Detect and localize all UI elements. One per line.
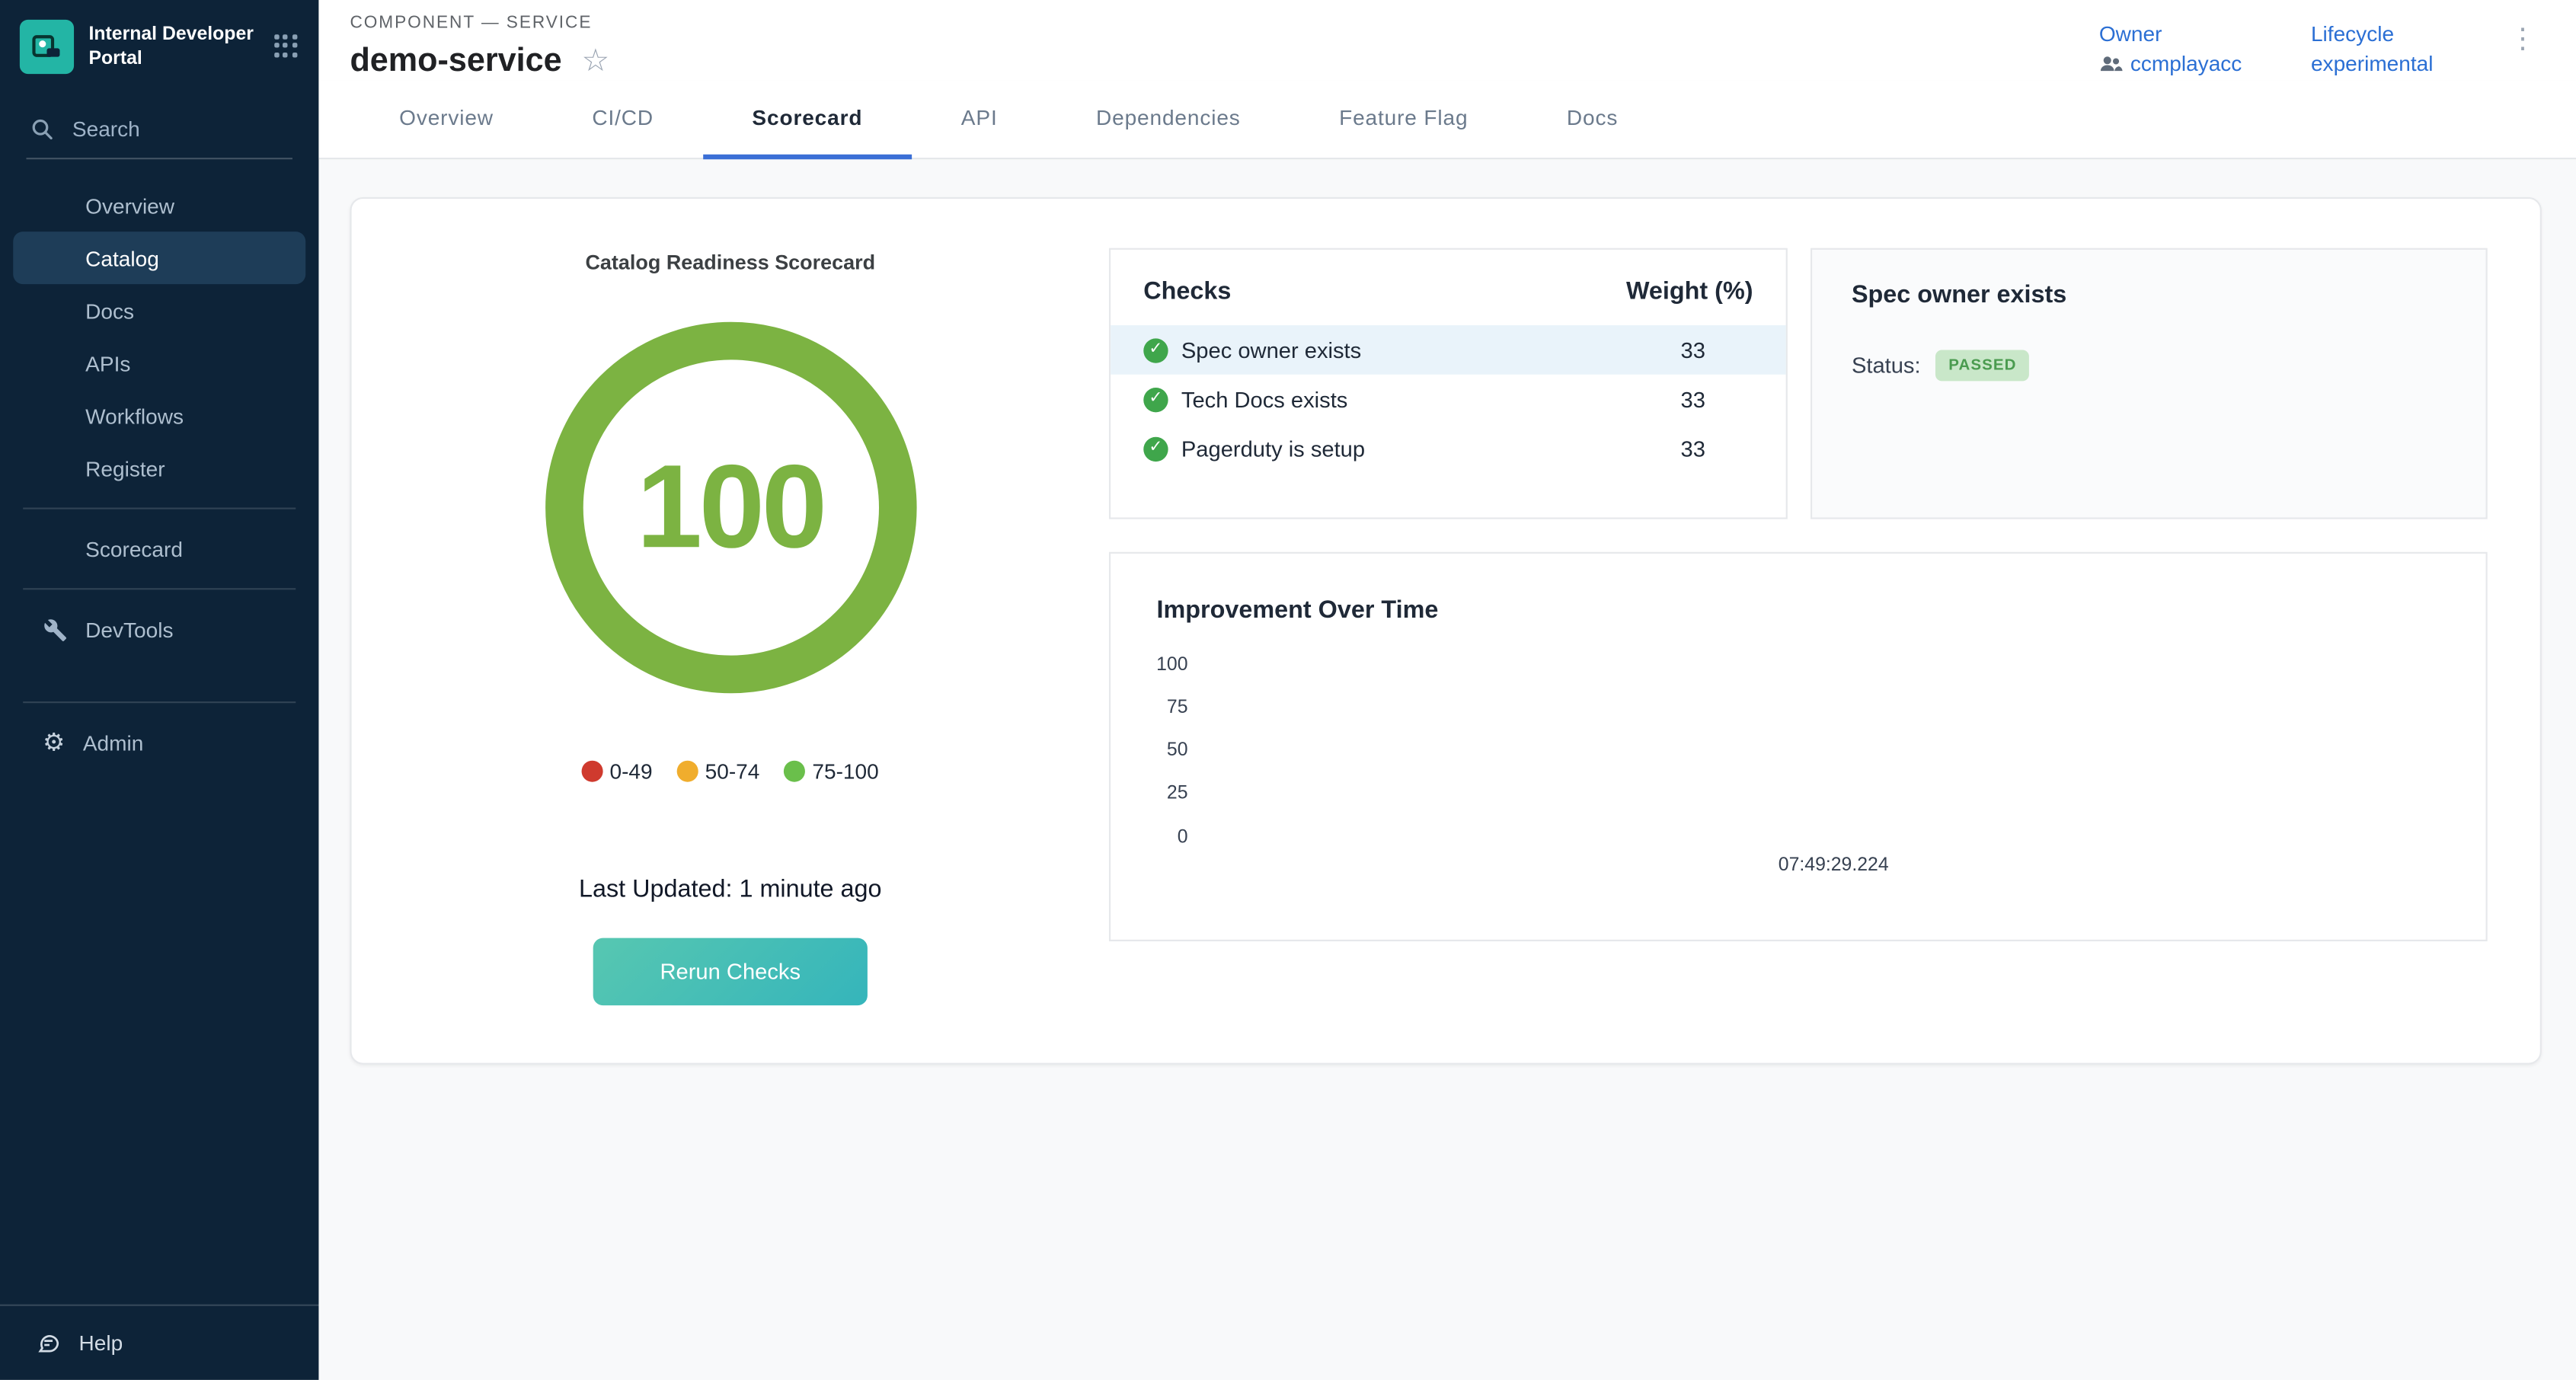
sidebar-nav: Overview Catalog Docs APIs Workflows Reg… xyxy=(0,159,318,768)
tab-content: Catalog Readiness Scorecard 100 0-49 50-… xyxy=(318,159,2576,1380)
favorite-star-icon[interactable]: ☆ xyxy=(582,46,610,77)
y-axis-tick: 25 xyxy=(1122,784,1187,803)
tab-scorecard[interactable]: Scorecard xyxy=(703,81,912,160)
search-icon xyxy=(30,117,54,141)
checks-header-name: Checks xyxy=(1143,278,1231,306)
wrench-icon xyxy=(43,617,67,641)
tab-cicd[interactable]: CI/CD xyxy=(543,81,703,160)
check-passed-icon: ✓ xyxy=(1143,387,1168,411)
sidebar-divider xyxy=(23,508,296,510)
checks-table: Checks Weight (%) ✓ Spec owner exists 33 xyxy=(1109,248,1788,519)
gear-icon: ⚙ xyxy=(43,730,65,755)
sidebar-item-catalog[interactable]: Catalog xyxy=(13,232,305,284)
sidebar-footer: Help xyxy=(0,1305,318,1380)
check-passed-icon: ✓ xyxy=(1143,337,1168,362)
tab-api[interactable]: API xyxy=(912,81,1047,160)
scorecard-panel: Catalog Readiness Scorecard 100 0-49 50-… xyxy=(350,197,2541,1065)
gauge-section: Catalog Readiness Scorecard 100 0-49 50-… xyxy=(352,199,1109,1063)
sidebar-item-register[interactable]: Register xyxy=(0,442,318,494)
sidebar-item-apis[interactable]: APIs xyxy=(0,337,318,389)
kebab-menu-icon[interactable]: ⋮ xyxy=(2502,23,2543,56)
entity-tabs: Overview CI/CD Scorecard API Dependencie… xyxy=(318,81,2576,160)
lifecycle-label: Lifecycle xyxy=(2311,20,2434,49)
main-area: COMPONENT — SERVICE demo-service ☆ Owner xyxy=(318,0,2576,1380)
checks-section: Checks Weight (%) ✓ Spec owner exists 33 xyxy=(1109,199,2540,1063)
tab-dependencies[interactable]: Dependencies xyxy=(1047,81,1290,160)
sidebar-divider xyxy=(23,701,296,703)
checks-header-weight: Weight (%) xyxy=(1626,278,1753,306)
legend-item-amber: 50-74 xyxy=(677,759,759,784)
legend-item-red: 0-49 xyxy=(582,759,653,784)
improvement-chart: Improvement Over Time 100 75 50 25 0 07:… xyxy=(1109,552,2488,941)
sidebar-divider xyxy=(23,588,296,589)
sidebar-item-docs[interactable]: Docs xyxy=(0,284,318,337)
sidebar: Internal Developer Portal Search Overvie… xyxy=(0,0,318,1380)
check-detail-panel: Spec owner exists Status: PASSED xyxy=(1811,248,2488,519)
score-value: 100 xyxy=(637,440,824,575)
checks-table-header: Checks Weight (%) xyxy=(1111,250,1786,325)
gauge-legend: 0-49 50-74 75-100 xyxy=(582,759,879,784)
brand: Internal Developer Portal xyxy=(0,0,318,91)
sidebar-search[interactable]: Search xyxy=(27,91,292,160)
owner-block: Owner ccmplayacc xyxy=(2099,20,2242,78)
tab-docs[interactable]: Docs xyxy=(1517,81,1667,160)
sidebar-item-devtools[interactable]: DevTools xyxy=(0,603,318,656)
y-axis-tick: 50 xyxy=(1122,741,1187,761)
sidebar-item-overview[interactable]: Overview xyxy=(0,179,318,232)
table-row[interactable]: ✓ Spec owner exists 33 xyxy=(1111,325,1786,375)
sidebar-item-scorecard[interactable]: Scorecard xyxy=(0,522,318,575)
last-updated-text: Last Updated: 1 minute ago xyxy=(579,876,882,904)
legend-dot-green xyxy=(785,761,806,782)
tab-overview[interactable]: Overview xyxy=(350,81,542,160)
y-axis-tick: 75 xyxy=(1122,698,1187,718)
lifecycle-block: Lifecycle experimental xyxy=(2311,20,2434,78)
entity-header: COMPONENT — SERVICE demo-service ☆ Owner xyxy=(318,0,2576,81)
help-chat-icon xyxy=(36,1330,60,1355)
legend-item-green: 75-100 xyxy=(785,759,879,784)
table-row[interactable]: ✓ Pagerduty is setup 33 xyxy=(1111,424,1786,474)
rerun-checks-button[interactable]: Rerun Checks xyxy=(593,938,868,1005)
sidebar-item-help[interactable]: Help xyxy=(0,1305,318,1380)
check-detail-title: Spec owner exists xyxy=(1852,281,2447,309)
sidebar-item-workflows[interactable]: Workflows xyxy=(0,389,318,442)
x-axis-tick: 07:49:29.224 xyxy=(1727,856,1940,876)
table-row[interactable]: ✓ Tech Docs exists 33 xyxy=(1111,375,1786,424)
status-badge: PASSED xyxy=(1935,350,2030,381)
scorecard-title: Catalog Readiness Scorecard xyxy=(585,251,875,274)
tab-feature-flag[interactable]: Feature Flag xyxy=(1290,81,1517,160)
sidebar-item-admin[interactable]: ⚙ Admin xyxy=(0,716,318,768)
score-gauge: 100 xyxy=(545,322,916,693)
search-label: Search xyxy=(72,117,140,141)
lifecycle-value: experimental xyxy=(2311,49,2434,78)
check-passed-icon: ✓ xyxy=(1143,436,1168,461)
app-logo-icon xyxy=(20,20,74,74)
chart-title: Improvement Over Time xyxy=(1157,596,2440,625)
app-switcher-icon[interactable] xyxy=(274,34,299,59)
legend-dot-red xyxy=(582,761,603,782)
page-title: demo-service xyxy=(350,43,561,81)
legend-dot-amber xyxy=(677,761,698,782)
y-axis-tick: 100 xyxy=(1122,656,1187,676)
owner-value-link[interactable]: ccmplayacc xyxy=(2130,49,2242,78)
y-axis-tick: 0 xyxy=(1122,828,1187,848)
status-label: Status: xyxy=(1852,353,1921,378)
brand-title: Internal Developer Portal xyxy=(88,24,253,69)
owner-label: Owner xyxy=(2099,20,2242,49)
app-root: Internal Developer Portal Search Overvie… xyxy=(0,0,2576,1380)
group-icon xyxy=(2099,54,2122,72)
